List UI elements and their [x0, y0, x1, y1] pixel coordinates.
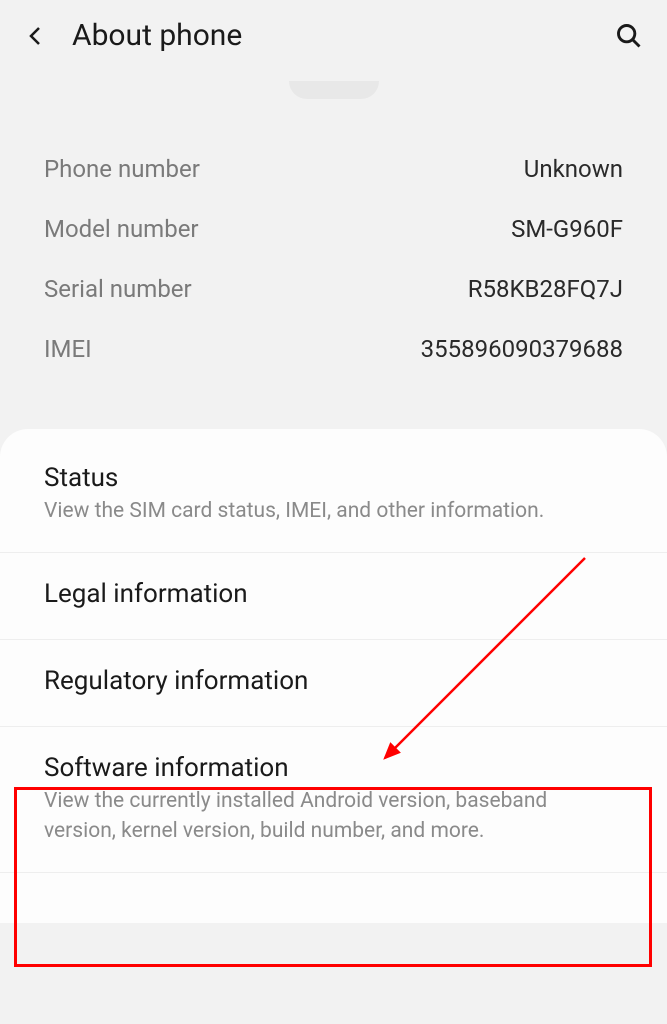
legal-menu-item[interactable]: Legal information	[0, 553, 667, 640]
serial-number-value: R58KB28FQ7J	[468, 275, 623, 303]
software-subtitle: View the currently installed Android ver…	[44, 787, 623, 846]
serial-number-row[interactable]: Serial number R58KB28FQ7J	[44, 259, 623, 319]
phone-image-stub	[289, 81, 379, 99]
software-menu-item[interactable]: Software information View the currently …	[0, 727, 667, 873]
menu-section: Status View the SIM card status, IMEI, a…	[0, 429, 667, 923]
phone-image-area	[0, 71, 667, 119]
model-number-row[interactable]: Model number SM-G960F	[44, 199, 623, 259]
header-bar: About phone	[0, 0, 667, 71]
software-title: Software information	[44, 753, 623, 783]
legal-title: Legal information	[44, 579, 623, 609]
phone-number-label: Phone number	[44, 155, 200, 183]
status-subtitle: View the SIM card status, IMEI, and othe…	[44, 497, 623, 526]
model-number-value: SM-G960F	[511, 215, 623, 243]
status-title: Status	[44, 463, 623, 493]
imei-row[interactable]: IMEI 355896090379688	[44, 319, 623, 379]
phone-number-value: Unknown	[524, 155, 623, 183]
serial-number-label: Serial number	[44, 275, 192, 303]
regulatory-menu-item[interactable]: Regulatory information	[0, 640, 667, 727]
search-icon[interactable]	[615, 22, 643, 50]
model-number-label: Model number	[44, 215, 199, 243]
status-menu-item[interactable]: Status View the SIM card status, IMEI, a…	[0, 429, 667, 553]
device-info-section: Phone number Unknown Model number SM-G96…	[0, 119, 667, 409]
page-title: About phone	[72, 18, 615, 53]
back-icon[interactable]	[24, 24, 48, 48]
imei-value: 355896090379688	[421, 335, 623, 363]
regulatory-title: Regulatory information	[44, 666, 623, 696]
phone-number-row[interactable]: Phone number Unknown	[44, 139, 623, 199]
imei-label: IMEI	[44, 335, 92, 363]
